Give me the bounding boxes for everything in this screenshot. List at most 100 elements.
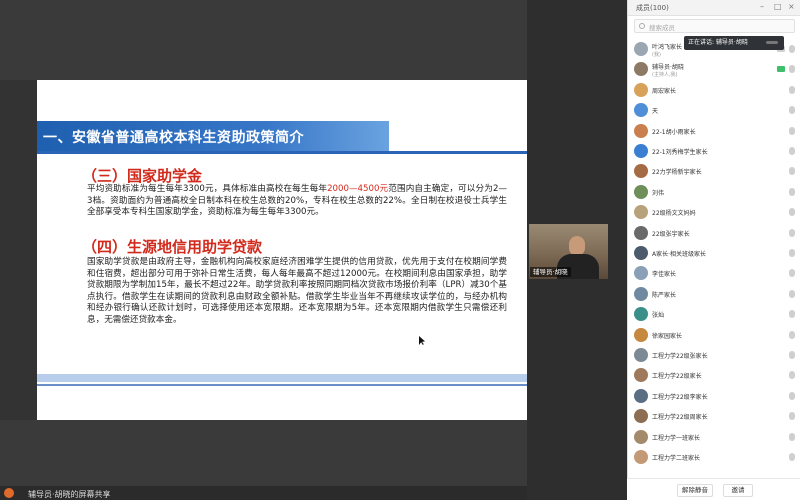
participant-name: 辅导员·胡晓 — [652, 64, 684, 72]
participant-name: 叶鸿飞家长 — [652, 44, 683, 51]
minimize-icon[interactable]: – — [760, 2, 764, 11]
search-input[interactable]: 搜索成员 — [634, 19, 795, 33]
microphone-icon[interactable] — [789, 412, 795, 421]
participant-row[interactable]: 工程力学22级周家长 — [628, 406, 800, 426]
participant-row[interactable]: 张灿 — [628, 304, 800, 324]
participant-row[interactable]: 22-1胡小雨家长 — [628, 121, 800, 141]
speaker-video-tile[interactable]: 辅导员·胡晓 — [529, 224, 608, 279]
participant-row[interactable]: 工程力学22级张家长 — [628, 345, 800, 365]
participant-name: 工程力学22级家长 — [652, 373, 702, 381]
avatar — [634, 286, 648, 301]
microphone-icon[interactable] — [789, 187, 795, 196]
share-status-icon — [4, 488, 14, 498]
participant-row[interactable]: 陈严家长 — [628, 284, 800, 304]
microphone-icon[interactable] — [789, 351, 795, 359]
microphone-icon[interactable] — [789, 147, 795, 155]
participant-row[interactable]: 工程力学22级家长 — [628, 365, 800, 385]
microphone-icon[interactable] — [789, 65, 795, 74]
avatar — [634, 123, 648, 138]
screen-share-area: 一、安徽省普通高校本科生资助政策简介 （三）国家助学金 平均资助标准为每生每年3… — [0, 0, 527, 500]
speaking-tooltip-text: 正在讲话: 辅导员·胡晓 — [688, 39, 748, 46]
participant-row[interactable]: 22级张宇家长 — [628, 223, 800, 243]
avatar — [634, 266, 648, 281]
participant-name: 刘伟 — [652, 189, 665, 197]
participant-role: (主持人,我) — [652, 72, 678, 79]
video-camera-icon[interactable] — [777, 66, 785, 73]
participant-row[interactable]: 刘伟 — [628, 182, 800, 202]
participant-row[interactable]: 工程力学二班家长 — [628, 447, 800, 467]
section3-paragraph: 平均资助标准为每生每年3300元，具体标准由高校在每生每年2000—4500元范… — [87, 184, 507, 219]
speaking-tooltip: 正在讲话: 辅导员·胡晓 — [684, 36, 784, 50]
unmute-all-button[interactable]: 解除静音 — [677, 484, 713, 497]
microphone-icon[interactable] — [789, 45, 795, 53]
participant-name: 工程力学22级周家长 — [652, 414, 708, 422]
section4-heading: （四）生源地信用助学贷款 — [82, 238, 263, 256]
avatar — [634, 164, 648, 179]
microphone-icon[interactable] — [789, 106, 795, 115]
participant-row[interactable]: 22力学杨新宇家长 — [628, 161, 800, 181]
avatar — [634, 225, 648, 240]
section3-heading: （三）国家助学金 — [82, 167, 203, 185]
microphone-icon[interactable] — [789, 126, 795, 135]
participant-name: 工程力学22级李家长 — [652, 393, 708, 401]
microphone-icon[interactable] — [789, 371, 795, 380]
slide-footer-line — [37, 384, 527, 386]
microphone-icon[interactable] — [789, 269, 795, 278]
avatar — [634, 429, 648, 444]
participant-name: 工程力学22级张家长 — [652, 353, 708, 360]
search-placeholder: 搜索成员 — [649, 24, 675, 32]
participant-row[interactable]: 周宏家长 — [628, 80, 800, 100]
slide-banner-title: 一、安徽省普通高校本科生资助政策简介 — [43, 130, 304, 146]
microphone-icon[interactable] — [789, 391, 795, 400]
participant-name: 22级杨文文妈妈 — [652, 210, 696, 218]
speaker-name-label: 辅导员·胡晓 — [530, 267, 571, 277]
section3-text-start: 平均资助标准为每生每年3300元，具体标准由高校在每生每年 — [87, 184, 328, 194]
participant-name: A家长·相关班级家长 — [652, 251, 707, 258]
microphone-icon[interactable] — [789, 85, 795, 94]
participant-name: 陈严家长 — [652, 291, 677, 299]
sharer-label: 辅导员·胡晓的屏幕共享 — [28, 490, 111, 499]
banner-underline — [37, 151, 527, 154]
panel-header: 成员(100) – □ × — [628, 0, 800, 16]
participant-row[interactable]: 天 — [628, 100, 800, 120]
participant-row[interactable]: 22-1刘秀梅学生家长 — [628, 141, 800, 161]
participant-row[interactable]: 李佳家长 — [628, 263, 800, 283]
participant-name: 工程力学二班家长 — [652, 455, 701, 462]
popout-icon[interactable]: □ — [774, 2, 782, 11]
participant-row[interactable]: 徐家园家长 — [628, 325, 800, 345]
search-icon — [639, 23, 645, 29]
participant-name: 22-1胡小雨家长 — [652, 128, 696, 136]
slide-footer-band — [37, 374, 527, 382]
microphone-icon[interactable] — [789, 330, 795, 339]
participant-role: (我) — [652, 52, 661, 58]
microphone-icon[interactable] — [789, 249, 795, 257]
microphone-icon[interactable] — [789, 228, 795, 237]
section4-paragraph: 国家助学贷款是由政府主导，金融机构向高校家庭经济困难学生提供的信用贷款，优先用于… — [87, 257, 507, 325]
more-icon[interactable] — [766, 41, 778, 44]
participant-row[interactable]: A家长·相关班级家长 — [628, 243, 800, 263]
avatar — [634, 103, 648, 118]
microphone-icon[interactable] — [789, 432, 795, 441]
avatar — [634, 144, 648, 158]
participant-row[interactable]: 辅导员·胡晓 (主持人,我) — [628, 59, 800, 79]
participant-row[interactable]: 22级杨文文妈妈 — [628, 202, 800, 222]
presentation-slide: 一、安徽省普通高校本科生资助政策简介 （三）国家助学金 平均资助标准为每生每年3… — [37, 80, 527, 420]
microphone-icon[interactable] — [789, 453, 795, 461]
microphone-icon[interactable] — [789, 208, 795, 217]
microphone-icon[interactable] — [789, 289, 795, 298]
avatar — [634, 450, 648, 464]
invite-button[interactable]: 邀请 — [723, 484, 753, 497]
microphone-icon[interactable] — [789, 310, 795, 319]
close-icon[interactable]: × — [788, 2, 795, 11]
participant-row[interactable]: 工程力学22级李家长 — [628, 386, 800, 406]
avatar — [634, 388, 648, 403]
participant-name: 周宏家长 — [652, 87, 677, 95]
participant-name: 工程力学一班家长 — [652, 434, 701, 442]
microphone-icon[interactable] — [789, 167, 795, 176]
participant-name: 22力学杨新宇家长 — [652, 169, 702, 177]
participant-row[interactable]: 工程力学一班家长 — [628, 427, 800, 447]
meeting-window: 一、安徽省普通高校本科生资助政策简介 （三）国家助学金 平均资助标准为每生每年3… — [0, 0, 800, 500]
participant-name: 李佳家长 — [652, 271, 677, 279]
share-top-letterbox — [0, 0, 527, 80]
mouse-cursor-icon — [419, 336, 425, 345]
